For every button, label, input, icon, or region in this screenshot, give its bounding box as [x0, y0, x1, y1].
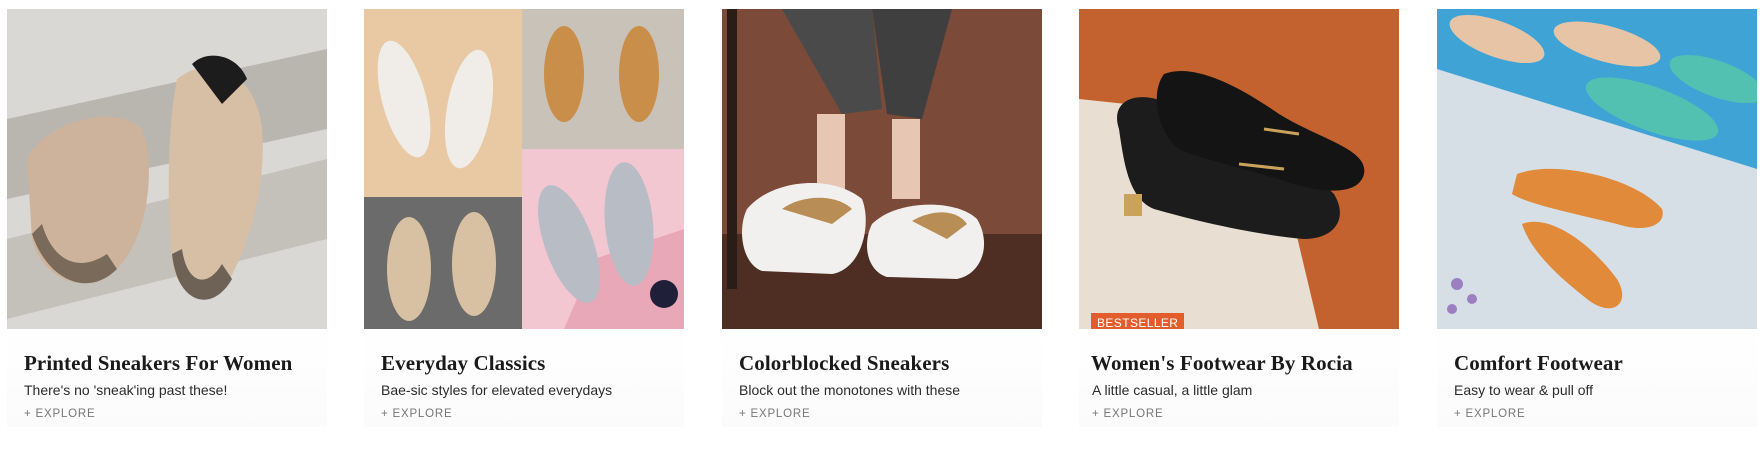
card-subtitle: Easy to wear & pull off [1454, 382, 1594, 398]
collection-card-rocia[interactable]: BESTSELLER Women's Footwear By Rocia A l… [1079, 9, 1399, 427]
card-info: Comfort Footwear Easy to wear & pull off… [1437, 329, 1757, 427]
collection-card-printed-sneakers[interactable]: Printed Sneakers For Women There's no 's… [7, 9, 327, 427]
explore-link[interactable]: + EXPLORE [24, 408, 95, 420]
card-title[interactable]: Colorblocked Sneakers [739, 351, 949, 376]
explore-link[interactable]: + EXPLORE [1454, 408, 1525, 420]
collection-row: Printed Sneakers For Women There's no 's… [0, 0, 1764, 449]
explore-link[interactable]: + EXPLORE [1092, 408, 1163, 420]
card-title[interactable]: Women's Footwear By Rocia [1091, 351, 1353, 376]
card-title[interactable]: Everyday Classics [381, 351, 545, 376]
chunky-sneakers-image[interactable] [722, 9, 1042, 329]
sneaker-image-icon [7, 9, 327, 329]
card-title[interactable]: Printed Sneakers For Women [24, 351, 292, 376]
collection-card-colorblocked-sneakers[interactable]: Colorblocked Sneakers Block out the mono… [722, 9, 1042, 427]
card-subtitle: A little casual, a little glam [1092, 382, 1253, 398]
explore-link[interactable]: + EXPLORE [381, 408, 452, 420]
flats-image[interactable] [1437, 9, 1757, 329]
card-info: Colorblocked Sneakers Block out the mono… [722, 329, 1042, 427]
black-loafers-image[interactable] [1079, 9, 1399, 329]
flats-image-icon [1437, 9, 1757, 329]
card-info: Everyday Classics Bae-sic styles for ele… [364, 329, 684, 427]
sneaker-image[interactable] [7, 9, 327, 329]
card-subtitle: There's no 'sneak'ing past these! [24, 382, 228, 398]
card-info: Printed Sneakers For Women There's no 's… [7, 329, 327, 427]
black-loafers-image-icon [1079, 9, 1399, 329]
sandals-collage-image[interactable] [364, 9, 684, 329]
sandals-collage-image-icon [364, 9, 684, 329]
explore-link[interactable]: + EXPLORE [739, 408, 810, 420]
collection-card-everyday-classics[interactable]: Everyday Classics Bae-sic styles for ele… [364, 9, 684, 427]
card-subtitle: Block out the monotones with these [739, 382, 961, 398]
card-info: Women's Footwear By Rocia A little casua… [1079, 329, 1399, 427]
card-subtitle: Bae-sic styles for elevated everydays [381, 382, 613, 398]
collection-card-comfort-footwear[interactable]: Comfort Footwear Easy to wear & pull off… [1437, 9, 1757, 427]
chunky-sneakers-image-icon [722, 9, 1042, 329]
card-title[interactable]: Comfort Footwear [1454, 351, 1623, 376]
